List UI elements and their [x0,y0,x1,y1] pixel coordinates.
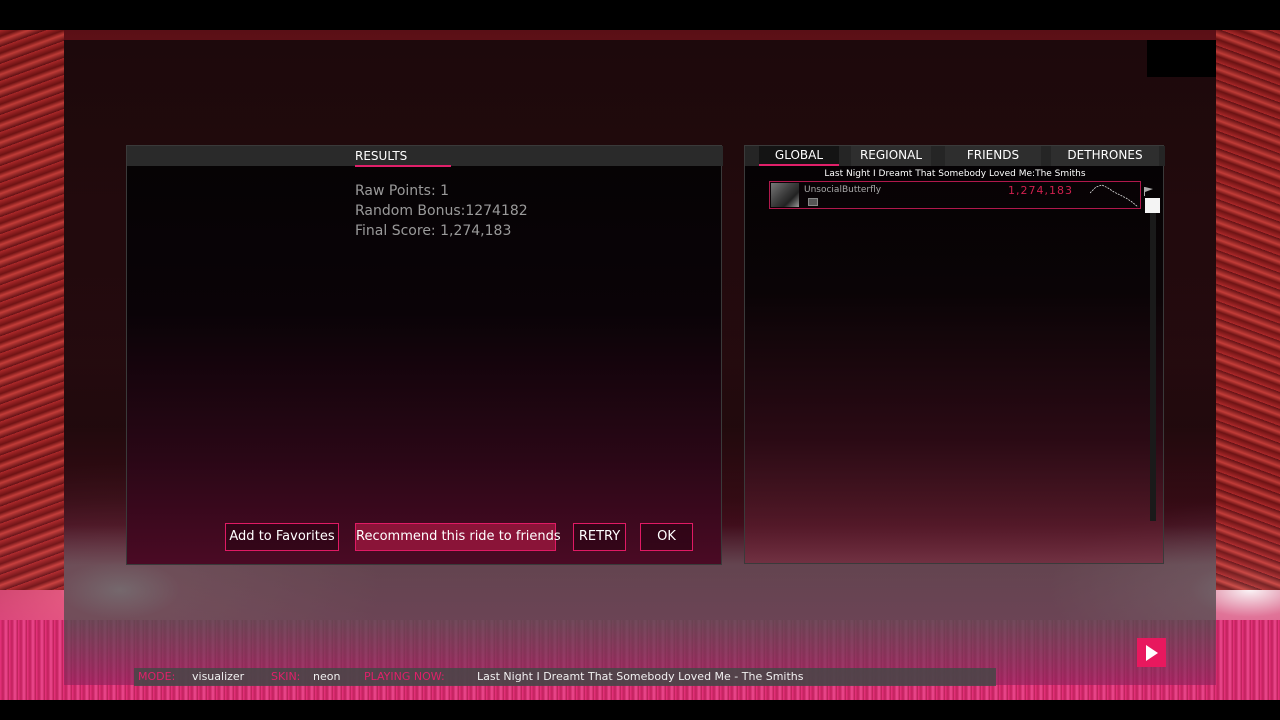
skin-label: SKIN: [271,670,301,683]
ride-graph-icon [1090,184,1139,208]
status-bar: MODE: visualizer SKIN: neon PLAYING NOW:… [134,668,996,686]
tab-global-underline [759,164,839,166]
leaderboard-tabs: GLOBAL REGIONAL FRIENDS DETHRONES [745,146,1165,166]
add-to-favorites-button[interactable]: Add to Favorites [225,523,339,551]
leaderboard-scrollbar[interactable] [1150,206,1156,521]
player-name: UnsocialButterfly [804,185,882,195]
letterbox-top [0,0,1280,30]
tab-regional[interactable]: REGIONAL [851,146,931,166]
tab-results[interactable]: RESULTS [355,148,451,166]
tab-global[interactable]: GLOBAL [759,146,839,166]
player-score: 1,274,183 [1008,184,1073,197]
ok-button[interactable]: OK [640,523,693,551]
play-icon [1146,645,1158,661]
playing-now-label: PLAYING NOW: [364,670,445,683]
mode-label: MODE: [138,670,176,683]
results-panel: RESULTS Raw Points: 1 Random Bonus:12741… [126,145,723,565]
region-flag-icon [808,198,818,206]
final-score: Final Score: 1,274,183 [355,223,512,239]
play-button[interactable] [1137,638,1166,667]
letterbox-bottom [0,700,1280,720]
background-left-wall [0,30,64,590]
retry-button[interactable]: RETRY [573,523,626,551]
tab-dethrones[interactable]: DETHRONES [1051,146,1159,166]
mode-value: visualizer [192,670,245,683]
background-right-wall [1216,30,1280,590]
scrollbar-thumb[interactable] [1145,198,1160,213]
flag-icon [1144,187,1153,196]
random-bonus: Random Bonus:1274182 [355,203,528,219]
recommend-button[interactable]: Recommend this ride to friends [355,523,561,551]
leaderboard-song-title: Last Night I Dreamt That Somebody Loved … [824,169,1086,179]
leaderboard-panel: GLOBAL REGIONAL FRIENDS DETHRONES Last N… [744,145,1165,564]
game-screen: RESULTS Raw Points: 1 Random Bonus:12741… [0,0,1280,720]
leaderboard-row[interactable]: UnsocialButterfly 1,274,183 [769,181,1141,209]
skin-value: neon [313,670,341,683]
avatar [771,183,799,207]
tab-results-underline [355,165,451,167]
tab-friends[interactable]: FRIENDS [945,146,1041,166]
playing-now-value: Last Night I Dreamt That Somebody Loved … [477,670,804,683]
raw-points: Raw Points: 1 [355,183,450,199]
corner-block [1147,40,1216,77]
